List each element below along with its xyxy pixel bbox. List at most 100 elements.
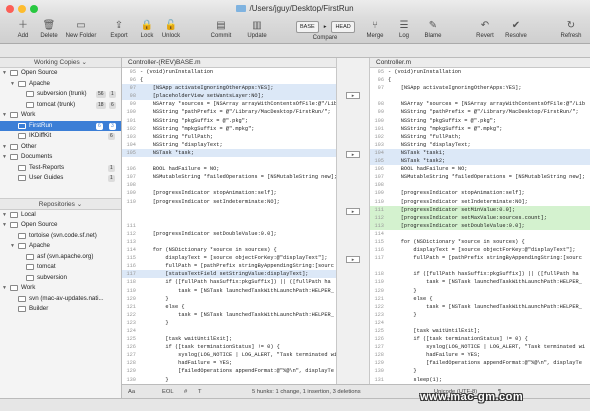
blame-button[interactable]: ✎ Blame <box>418 19 448 39</box>
left-code-line[interactable]: 97 [NSApp activateIgnoringOtherApps:YES]… <box>122 84 336 93</box>
left-code-line[interactable]: 110 [progressIndicator setIndeterminate:… <box>122 198 336 206</box>
repository-item[interactable]: ▼ Apache <box>0 241 121 252</box>
right-code-line[interactable]: 130 } <box>370 367 590 375</box>
working-copy-item[interactable]: Test-Reports 1 <box>0 163 121 174</box>
left-code-line[interactable]: 122 task = [NSTask launchedTaskWithLaunc… <box>122 311 336 319</box>
right-code-line[interactable]: 101 NSString *mpkgSuffix = @".mpkg"; <box>370 125 590 133</box>
left-code-line[interactable]: 106 BOOL hadFailure = NO; <box>122 165 336 173</box>
left-code-line[interactable]: 107 NSMutableString *failedOperations = … <box>122 173 336 181</box>
unlock-button[interactable]: 🔓 Unlock <box>156 19 186 39</box>
repository-item[interactable]: ▼ Work <box>0 283 121 294</box>
right-code-line[interactable]: 98 NSArray *sources = [NSArray arrayWith… <box>370 100 590 108</box>
right-code-line[interactable]: 102 NSString *fullPath; <box>370 133 590 141</box>
disclosure-triangle-icon[interactable]: ▼ <box>2 220 7 231</box>
left-code-line[interactable]: 113 <box>122 238 336 246</box>
diff-hunk-marker[interactable]: ▸ <box>346 256 360 263</box>
disclosure-triangle-icon[interactable]: ▼ <box>10 241 15 252</box>
compare-button[interactable]: Compare <box>310 34 340 42</box>
left-code-line[interactable]: 121 else { <box>122 303 336 311</box>
right-code-line[interactable]: 124 <box>370 319 590 327</box>
zoom-window-button[interactable] <box>30 5 38 13</box>
left-code-line[interactable]: 118 if ([fullPath hasSuffix:pkgSuffix]) … <box>122 278 336 286</box>
right-code-line[interactable]: 120 } <box>370 287 590 295</box>
left-code-line[interactable]: 102 NSString *mpkgSuffix = @".mpkg"; <box>122 125 336 133</box>
left-code-line[interactable]: 112 [progressIndicator setDoubleValue:0.… <box>122 230 336 238</box>
right-code-line[interactable]: 100 NSString *pkgSuffix = @".pkg"; <box>370 117 590 125</box>
right-code-line[interactable]: 117 fullPath = [pathPrefix stringByAppen… <box>370 254 590 262</box>
working-copy-item[interactable]: tomcat (trunk) 18 6 <box>0 100 121 111</box>
right-code-line[interactable]: 128 hadFailure = YES; <box>370 351 590 359</box>
working-copy-item[interactable]: ▼ Apache <box>0 79 121 90</box>
working-copy-item[interactable]: User Guides 1 <box>0 173 121 184</box>
right-code-line[interactable]: 118 if ([fullPath hasSuffix:pkgSuffix]) … <box>370 270 590 278</box>
right-code-line[interactable] <box>370 262 590 270</box>
right-code-line[interactable] <box>370 92 590 100</box>
disclosure-triangle-icon[interactable]: ▼ <box>2 110 7 121</box>
left-code-line[interactable]: 100 NSString *pathPrefix = @"/Library/Ma… <box>122 108 336 116</box>
revert-button[interactable]: ↶ Revert <box>470 19 500 39</box>
right-code-line[interactable]: 131 sleep(1); <box>370 376 590 384</box>
left-code-line[interactable]: 108 <box>122 181 336 189</box>
line-numbers-toggle[interactable]: # <box>184 385 187 399</box>
left-code-line[interactable]: 109 [progressIndicator stopAnimation:sel… <box>122 189 336 197</box>
right-code-line[interactable]: 114 <box>370 230 590 238</box>
working-copy-item[interactable]: ▼ Other <box>0 142 121 153</box>
left-code-line[interactable]: 115 displayText = [source objectForKey:@… <box>122 254 336 262</box>
left-code-line[interactable]: 123 } <box>122 319 336 327</box>
repository-item[interactable]: svn (mac-av-updates.nati... <box>0 294 121 305</box>
disclosure-triangle-icon[interactable]: ▼ <box>10 79 15 90</box>
left-code-line[interactable]: 99 NSArray *sources = [NSArray arrayWith… <box>122 100 336 108</box>
right-code-line[interactable]: 105 NSTask *task2; <box>370 157 590 166</box>
left-code-line[interactable]: 116 fullPath = [pathPrefix stringByAppen… <box>122 262 336 270</box>
left-code-line[interactable]: 126 if ([task terminationStatus] != 0) { <box>122 343 336 351</box>
right-code-line[interactable]: 107 NSMutableString *failedOperations = … <box>370 173 590 181</box>
merge-button[interactable]: ⑂ Merge <box>360 19 390 39</box>
resolve-button[interactable]: ✔ Resolve <box>500 19 532 39</box>
left-code-line[interactable]: 111 <box>122 222 336 230</box>
left-code-line[interactable]: 114 for (NSDictionary *source in sources… <box>122 246 336 254</box>
working-copy-item[interactable]: IKDiffKit 6 <box>0 131 121 142</box>
right-code-line[interactable]: 109 [progressIndicator stopAnimation:sel… <box>370 189 590 197</box>
right-code-line[interactable]: 95 - (void)runInstallation <box>370 68 590 76</box>
right-code-line[interactable]: 108 <box>370 181 590 189</box>
working-copy-item[interactable]: ▼ Open Source <box>0 68 121 79</box>
right-code-line[interactable]: 111 [progressIndicator setMinValue:0.0]; <box>370 205 590 214</box>
repository-item[interactable]: ▼ Open Source <box>0 220 121 231</box>
left-code-line[interactable]: 129 [failedOperations appendFormat:@"%@\… <box>122 367 336 375</box>
right-code-line[interactable]: 113 [progressIndicator setDoubleValue:0.… <box>370 221 590 230</box>
diff-hunk-marker[interactable]: ▸ <box>346 92 360 99</box>
left-code-line[interactable]: 98 [placeholderView setWantsLayer:NO]; <box>122 92 336 101</box>
close-window-button[interactable] <box>6 5 14 13</box>
working-copy-item[interactable]: subversion (trunk) 56 1 <box>0 89 121 100</box>
left-code-line[interactable] <box>122 157 336 165</box>
base-button[interactable]: BASE <box>296 21 319 33</box>
right-code-line[interactable]: 116 displayText = [source objectForKey:@… <box>370 246 590 254</box>
right-code-line[interactable]: 123 } <box>370 311 590 319</box>
right-code-line[interactable]: 115 for (NSDictionary *source in sources… <box>370 238 590 246</box>
right-code-line[interactable]: 110 [progressIndicator setIndeterminate:… <box>370 198 590 206</box>
right-code-line[interactable]: 125 [task waitUntilExit]; <box>370 327 590 335</box>
left-file-tab[interactable]: Controller-(REV)BASE.m <box>122 58 336 68</box>
working-copy-item[interactable]: ▼ Work <box>0 110 121 121</box>
commit-button[interactable]: ▤ Commit <box>204 19 238 39</box>
left-code-line[interactable]: 119 task = [NSTask launchedTaskWithLaunc… <box>122 287 336 295</box>
eol-toggle[interactable]: EOL <box>162 385 174 399</box>
left-code-line[interactable]: 95 - (void)runInstallation <box>122 68 336 76</box>
right-code-line[interactable]: 99 NSString *pathPrefix = @"/Library/Mac… <box>370 108 590 116</box>
log-button[interactable]: ☰ Log <box>389 19 419 39</box>
disclosure-triangle-icon[interactable]: ▼ <box>2 142 7 153</box>
left-code-line[interactable] <box>122 214 336 222</box>
right-code-line[interactable]: 121 else { <box>370 295 590 303</box>
left-code-line[interactable]: 105 NSTask *task; <box>122 148 336 158</box>
left-code-line[interactable]: 128 hadFailure = YES; <box>122 359 336 367</box>
right-code-line[interactable]: 103 NSString *displayText; <box>370 141 590 149</box>
working-copies-header[interactable]: Working Copies ⌄ <box>0 58 121 68</box>
repository-item[interactable]: tortoise (svn.code.sf.net) <box>0 231 121 242</box>
disclosure-triangle-icon[interactable]: ▼ <box>2 152 7 163</box>
working-copy-item[interactable]: ▼ Documents <box>0 152 121 163</box>
right-code-line[interactable]: 119 task = [NSTask launchedTaskWithLaunc… <box>370 278 590 286</box>
head-button[interactable]: HEAD <box>331 21 355 33</box>
repository-item[interactable]: tomcat <box>0 262 121 273</box>
diff-hunk-marker[interactable]: ▸ <box>346 208 360 215</box>
right-code-line[interactable]: 104 NSTask *task1; <box>370 148 590 158</box>
